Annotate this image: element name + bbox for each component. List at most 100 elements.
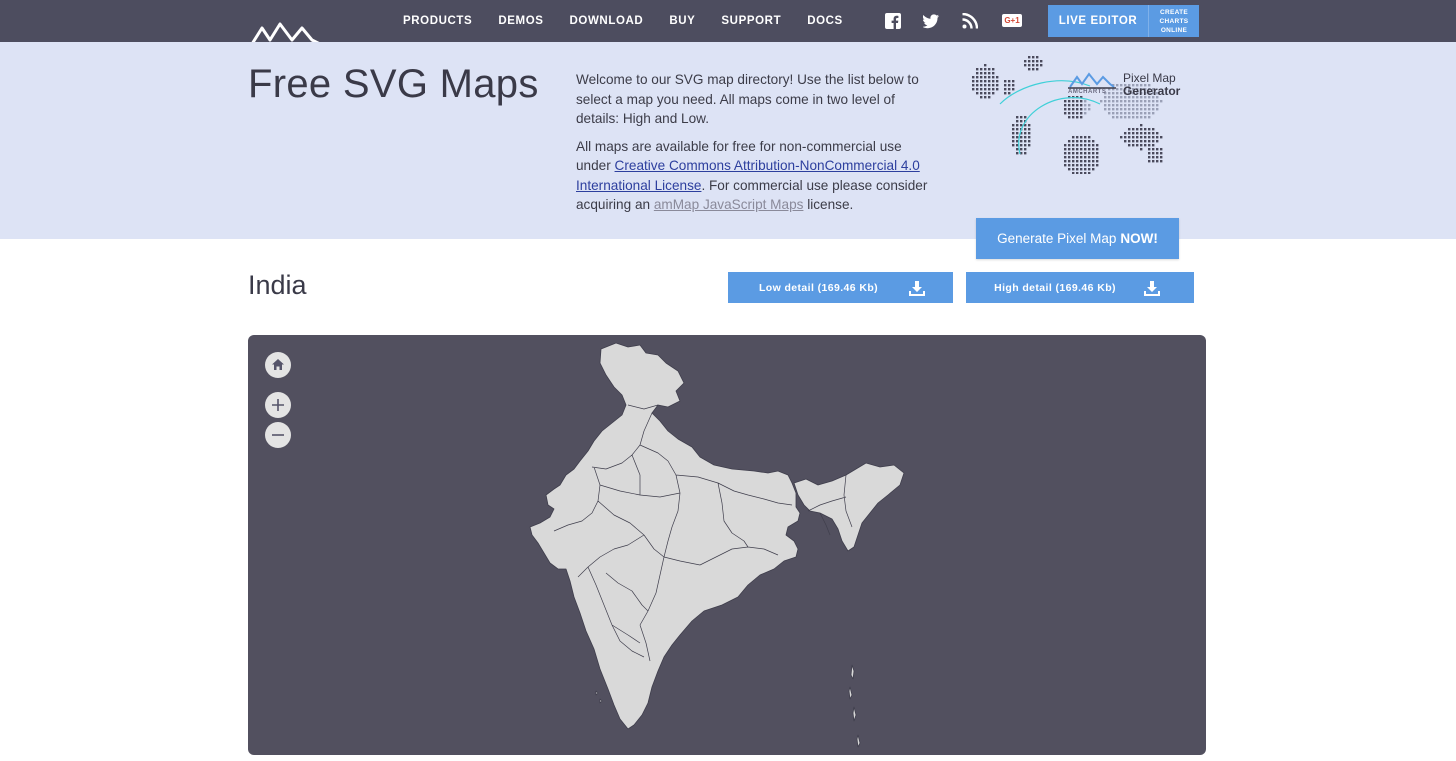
pixel-dot bbox=[1108, 96, 1110, 98]
pixel-dot bbox=[1104, 96, 1106, 98]
pixel-dot bbox=[1144, 112, 1146, 114]
pixel-dot bbox=[1144, 108, 1146, 110]
pixel-dot bbox=[1128, 116, 1130, 118]
pixel-dot bbox=[1076, 136, 1078, 138]
pixel-dot bbox=[1136, 116, 1138, 118]
pixel-dot bbox=[1036, 64, 1038, 66]
facebook-icon[interactable] bbox=[885, 13, 901, 29]
pixel-dot bbox=[1068, 168, 1070, 170]
pixel-dot bbox=[1152, 140, 1154, 142]
pixel-dot bbox=[1144, 132, 1146, 134]
pixel-dot bbox=[980, 72, 982, 74]
pixel-dot bbox=[972, 76, 974, 78]
pixel-dot bbox=[1072, 164, 1074, 166]
pixel-dot bbox=[1068, 140, 1070, 142]
generate-pixel-map-button[interactable]: Generate Pixel MapNOW! bbox=[976, 218, 1179, 259]
pixel-dot bbox=[1076, 168, 1078, 170]
pixel-dot bbox=[1080, 116, 1082, 118]
pixel-dot bbox=[1064, 148, 1066, 150]
pixel-dot bbox=[1072, 100, 1074, 102]
pixel-dot bbox=[1152, 112, 1154, 114]
pixel-dot bbox=[1084, 164, 1086, 166]
pixel-dot bbox=[992, 76, 994, 78]
pixel-dot bbox=[1144, 100, 1146, 102]
twitter-icon[interactable] bbox=[923, 13, 939, 29]
pixel-dot bbox=[1148, 116, 1150, 118]
high-detail-label: High detail (169.46 Kb) bbox=[966, 282, 1144, 294]
page-title: Free SVG Maps bbox=[248, 62, 539, 107]
pixel-dot bbox=[1064, 156, 1066, 158]
pixel-dot bbox=[1068, 116, 1070, 118]
pixel-dot bbox=[972, 84, 974, 86]
pixel-dot bbox=[1148, 136, 1150, 138]
pixel-dot bbox=[976, 76, 978, 78]
pixel-dot bbox=[1088, 156, 1090, 158]
pixel-dot bbox=[1156, 136, 1158, 138]
pixel-dot bbox=[1020, 124, 1022, 126]
pixel-dot bbox=[1128, 108, 1130, 110]
license-text-post: license. bbox=[803, 197, 853, 212]
pixel-dot bbox=[1092, 148, 1094, 150]
pixel-dot bbox=[980, 76, 982, 78]
pixel-dot bbox=[1016, 124, 1018, 126]
map-viewer[interactable] bbox=[248, 335, 1206, 755]
andaman-islands bbox=[849, 665, 860, 747]
pixel-dot bbox=[1140, 104, 1142, 106]
india-northeast bbox=[794, 463, 904, 551]
pixel-dot bbox=[1004, 84, 1006, 86]
pixel-dot bbox=[1112, 104, 1114, 106]
hero-description: Welcome to our SVG map directory! Use th… bbox=[576, 70, 936, 223]
pixel-dot bbox=[1128, 100, 1130, 102]
pixel-dot bbox=[1020, 144, 1022, 146]
pixel-dot bbox=[992, 72, 994, 74]
pixel-dot bbox=[1072, 168, 1074, 170]
nav-docs[interactable]: DOCS bbox=[807, 15, 843, 27]
pixel-dot bbox=[1008, 92, 1010, 94]
pixel-dot bbox=[1096, 148, 1098, 150]
pixel-dot bbox=[1016, 132, 1018, 134]
pixel-dot bbox=[1028, 60, 1030, 62]
pixel-dot bbox=[1072, 160, 1074, 162]
pixel-dot bbox=[1072, 104, 1074, 106]
ammap-link[interactable]: amMap JavaScript Maps bbox=[654, 197, 804, 212]
pixel-dot bbox=[1020, 148, 1022, 150]
pixel-dot bbox=[1120, 112, 1122, 114]
pixel-dot bbox=[972, 88, 974, 90]
pixel-dot bbox=[976, 84, 978, 86]
sub-create: CREATE bbox=[1160, 9, 1188, 16]
nav-products[interactable]: PRODUCTS bbox=[403, 15, 472, 27]
pixel-dot bbox=[1116, 112, 1118, 114]
generate-label: Generate Pixel Map bbox=[997, 231, 1116, 246]
nav-support[interactable]: SUPPORT bbox=[721, 15, 781, 27]
nav-download[interactable]: DOWNLOAD bbox=[570, 15, 644, 27]
promo-title-line1: Pixel Map bbox=[1123, 71, 1176, 85]
nav-demos[interactable]: DEMOS bbox=[498, 15, 543, 27]
lakshadweep-islands bbox=[596, 691, 602, 703]
pixel-dot bbox=[1084, 172, 1086, 174]
pixel-dot bbox=[1144, 144, 1146, 146]
pixel-dot bbox=[1076, 140, 1078, 142]
pixel-dot bbox=[1088, 144, 1090, 146]
pixel-dot bbox=[1108, 100, 1110, 102]
high-detail-download-button[interactable]: High detail (169.46 Kb) bbox=[966, 272, 1194, 303]
pixel-dot bbox=[988, 88, 990, 90]
nav-buy[interactable]: BUY bbox=[669, 15, 695, 27]
pixel-dot bbox=[1068, 144, 1070, 146]
pixel-dot bbox=[1088, 136, 1090, 138]
pixel-world-map-image[interactable] bbox=[950, 24, 1190, 174]
pixel-dot bbox=[1132, 100, 1134, 102]
pixel-dot bbox=[996, 84, 998, 86]
pixel-dot bbox=[1112, 92, 1114, 94]
india-map[interactable] bbox=[248, 335, 1206, 755]
pixel-dot bbox=[1020, 120, 1022, 122]
pixel-dot bbox=[1028, 140, 1030, 142]
pixel-dot bbox=[1124, 132, 1126, 134]
pixel-dot bbox=[1124, 104, 1126, 106]
low-detail-download-button[interactable]: Low detail (169.46 Kb) bbox=[728, 272, 953, 303]
pixel-dot bbox=[1148, 148, 1150, 150]
pixel-dot bbox=[1120, 100, 1122, 102]
pixel-dot bbox=[1016, 136, 1018, 138]
pixel-dot bbox=[1068, 156, 1070, 158]
pixel-dot bbox=[1012, 88, 1014, 90]
pixel-dot bbox=[1156, 100, 1158, 102]
